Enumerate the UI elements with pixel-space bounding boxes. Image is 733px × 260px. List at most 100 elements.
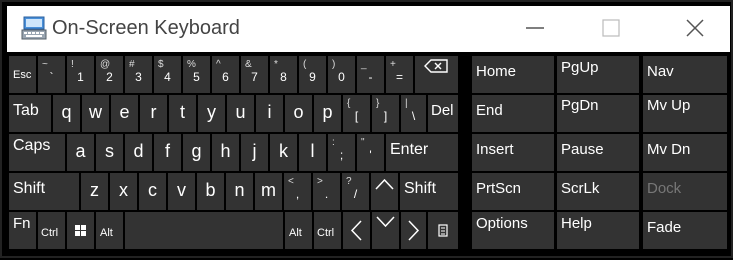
key-7[interactable]: & 7 bbox=[241, 56, 268, 93]
key-space[interactable] bbox=[125, 212, 283, 249]
key-label: Help bbox=[561, 215, 592, 232]
key-tab[interactable]: Tab bbox=[9, 95, 51, 132]
key-label: a bbox=[75, 141, 86, 161]
key-backtick[interactable]: ~ ` bbox=[38, 56, 65, 93]
key-g[interactable]: g bbox=[183, 134, 210, 171]
key-period[interactable]: >. bbox=[313, 173, 340, 210]
key-q[interactable]: q bbox=[53, 95, 80, 132]
key-del[interactable]: Del bbox=[428, 95, 458, 132]
key-2[interactable]: @2 bbox=[96, 56, 123, 93]
key-8[interactable]: * 8 bbox=[270, 56, 297, 93]
key-w[interactable]: w bbox=[82, 95, 109, 132]
key-prtscn[interactable]: PrtScn bbox=[472, 173, 554, 210]
key-i[interactable]: i bbox=[256, 95, 283, 132]
key-5[interactable]: % 5 bbox=[183, 56, 210, 93]
key-x[interactable]: x bbox=[110, 173, 137, 210]
key-label: h bbox=[220, 141, 231, 161]
key-left-bracket[interactable]: {[ bbox=[343, 95, 370, 132]
key-quote[interactable]: " ' bbox=[357, 134, 384, 171]
key-t[interactable]: t bbox=[169, 95, 196, 132]
key-alt-left[interactable]: Alt bbox=[96, 212, 123, 249]
key-label: z bbox=[90, 180, 99, 200]
key-shift-left[interactable]: Shift bbox=[9, 173, 79, 210]
key-0[interactable]: ) 0 bbox=[328, 56, 355, 93]
key-u[interactable]: u bbox=[227, 95, 254, 132]
key-equals[interactable]: + = bbox=[386, 56, 413, 93]
key-base-label: ; bbox=[339, 148, 344, 162]
key-n[interactable]: n bbox=[226, 173, 253, 210]
key-base-label: = bbox=[395, 70, 403, 84]
minimize-button[interactable] bbox=[504, 6, 564, 52]
key-v[interactable]: v bbox=[168, 173, 195, 210]
key-a[interactable]: a bbox=[67, 134, 94, 171]
key-base-label: \ bbox=[411, 109, 416, 123]
key-comma[interactable]: <, bbox=[284, 173, 311, 210]
maximize-button[interactable] bbox=[580, 6, 640, 52]
key-right-bracket[interactable]: }] bbox=[372, 95, 399, 132]
key-9[interactable]: (9 bbox=[299, 56, 326, 93]
key-c[interactable]: c bbox=[139, 173, 166, 210]
key-mv-dn[interactable]: Mv Dn bbox=[643, 134, 727, 171]
key-menu[interactable] bbox=[428, 212, 458, 249]
key-semicolon[interactable]: :; bbox=[328, 134, 355, 171]
key-pgup[interactable]: PgUp bbox=[557, 56, 639, 93]
key-j[interactable]: j bbox=[241, 134, 268, 171]
key-arrow-up[interactable] bbox=[371, 173, 398, 210]
key-h[interactable]: h bbox=[212, 134, 239, 171]
key-k[interactable]: k bbox=[270, 134, 297, 171]
key-windows[interactable] bbox=[67, 212, 94, 249]
key-pause[interactable]: Pause bbox=[557, 134, 639, 171]
key-options[interactable]: Options bbox=[472, 212, 554, 249]
key-caps[interactable]: Caps bbox=[9, 134, 65, 171]
key-label: Insert bbox=[476, 141, 514, 158]
key-minus[interactable]: _ - bbox=[357, 56, 384, 93]
key-m[interactable]: m bbox=[255, 173, 282, 210]
key-fn[interactable]: Fn bbox=[9, 212, 36, 249]
key-pgdn[interactable]: PgDn bbox=[557, 95, 639, 132]
maximize-icon bbox=[602, 19, 620, 37]
key-4[interactable]: $4 bbox=[154, 56, 181, 93]
key-o[interactable]: o bbox=[285, 95, 312, 132]
key-d[interactable]: d bbox=[125, 134, 152, 171]
key-alt-right[interactable]: Alt bbox=[285, 212, 312, 249]
key-slash[interactable]: ? / bbox=[342, 173, 369, 210]
key-label: Alt bbox=[289, 227, 302, 239]
key-label: Ctrl bbox=[41, 227, 59, 239]
key-arrow-left[interactable] bbox=[343, 212, 370, 249]
key-label: o bbox=[293, 102, 304, 122]
key-y[interactable]: y bbox=[198, 95, 225, 132]
key-1[interactable]: ! 1 bbox=[67, 56, 94, 93]
key-nav[interactable]: Nav bbox=[643, 56, 727, 93]
key-b[interactable]: b bbox=[197, 173, 224, 210]
key-esc[interactable]: Esc bbox=[9, 56, 36, 93]
key-3[interactable]: #3 bbox=[125, 56, 152, 93]
key-help[interactable]: Help bbox=[557, 212, 639, 249]
key-scrlk[interactable]: ScrLk bbox=[557, 173, 639, 210]
key-6[interactable]: ^ 6 bbox=[212, 56, 239, 93]
key-arrow-right[interactable] bbox=[401, 212, 426, 249]
key-arrow-down[interactable] bbox=[372, 212, 399, 249]
key-l[interactable]: l bbox=[299, 134, 326, 171]
key-home[interactable]: Home bbox=[472, 56, 554, 93]
key-label: ScrLk bbox=[561, 180, 600, 197]
key-s[interactable]: s bbox=[96, 134, 123, 171]
key-insert[interactable]: Insert bbox=[472, 134, 554, 171]
key-label: Esc bbox=[13, 69, 32, 81]
key-base-label: 4 bbox=[164, 70, 171, 84]
close-button[interactable] bbox=[657, 6, 717, 52]
key-ctrl-right[interactable]: Ctrl bbox=[314, 212, 341, 249]
key-fade[interactable]: Fade bbox=[643, 212, 727, 249]
key-enter[interactable]: Enter bbox=[386, 134, 458, 171]
key-f[interactable]: f bbox=[154, 134, 181, 171]
key-backslash[interactable]: | \ bbox=[401, 95, 426, 132]
key-z[interactable]: z bbox=[81, 173, 108, 210]
key-p[interactable]: p bbox=[314, 95, 341, 132]
key-r[interactable]: r bbox=[140, 95, 167, 132]
key-ctrl-left[interactable]: Ctrl bbox=[38, 212, 65, 249]
key-backspace[interactable] bbox=[415, 56, 458, 93]
key-e[interactable]: e bbox=[111, 95, 138, 132]
key-shift-right[interactable]: Shift bbox=[400, 173, 458, 210]
key-label: r bbox=[150, 102, 157, 122]
key-mv-up[interactable]: Mv Up bbox=[643, 95, 727, 132]
key-end[interactable]: End bbox=[472, 95, 554, 132]
